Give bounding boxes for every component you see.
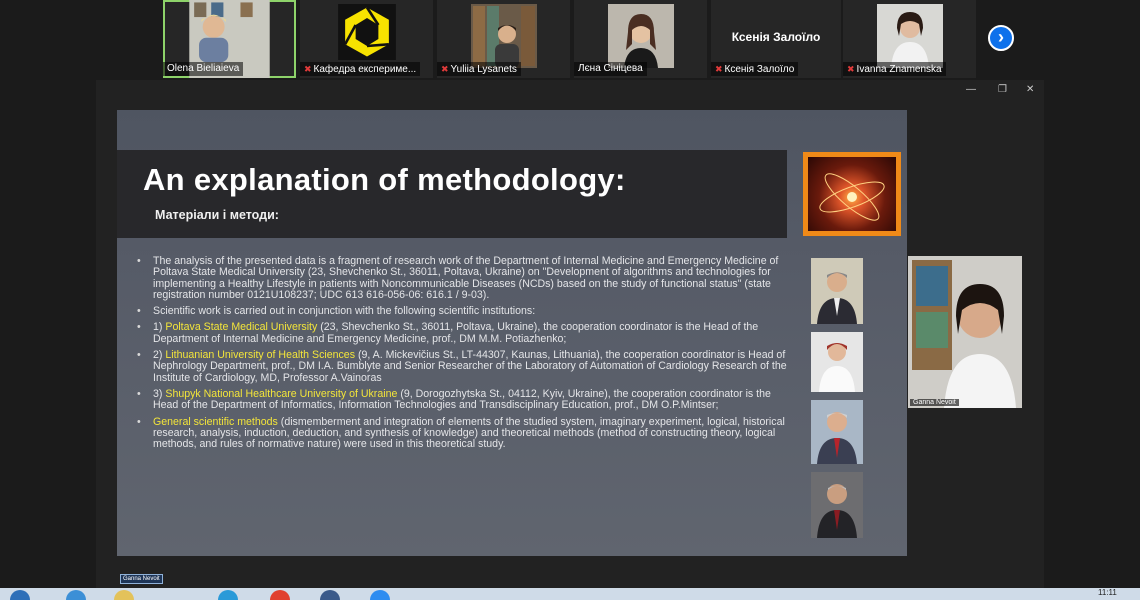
list-item: 3) Shupyk National Healthcare University… bbox=[133, 387, 793, 412]
list-item: Scientific work is carried out in conjun… bbox=[133, 306, 793, 318]
participant-tile[interactable]: Ксенія Залоїло ✖ Ксенія Залоїло bbox=[711, 0, 841, 78]
minimize-icon[interactable]: — bbox=[966, 84, 976, 95]
participant-tile[interactable]: ✖ Кафедра експериме... bbox=[300, 0, 433, 78]
speaker-video[interactable]: Ganna Nevoit bbox=[908, 256, 1022, 408]
mic-muted-icon: ✖ bbox=[715, 64, 723, 74]
participant-video bbox=[876, 4, 943, 68]
taskbar-clock: 11:11 bbox=[1098, 588, 1117, 597]
department-logo-icon bbox=[337, 4, 396, 60]
participant-name: Лєна Сініцева bbox=[574, 62, 647, 76]
highlighted-methods: General scientific methods bbox=[153, 415, 278, 428]
participant-name: ✖ Ксенія Залоїло bbox=[711, 62, 799, 76]
slide-bullet-list: The analysis of the presented data is a … bbox=[133, 255, 793, 455]
participant-video bbox=[607, 4, 674, 68]
speaker-name-label: Ganna Nevoit bbox=[910, 399, 959, 406]
slide-title: An explanation of methodology: bbox=[143, 162, 626, 197]
chevron-right-icon: › bbox=[998, 27, 1004, 47]
presentation-slide: An explanation of methodology: Матеріали… bbox=[117, 110, 907, 556]
atom-icon bbox=[808, 157, 896, 231]
windows-taskbar bbox=[0, 588, 1140, 600]
highlighted-institution: Poltava State Medical University bbox=[165, 321, 318, 334]
portrait-photo bbox=[811, 332, 863, 392]
speaker-camera-feed bbox=[908, 256, 1022, 408]
mic-muted-icon: ✖ bbox=[441, 64, 449, 74]
portrait-photo bbox=[811, 400, 863, 464]
participant-tile[interactable]: ✖ Yuliia Lysanets bbox=[437, 0, 570, 78]
list-item: 1) Poltava State Medical University (23,… bbox=[133, 322, 793, 345]
participant-tile[interactable]: ✖ Ivanna Znamenska bbox=[843, 0, 976, 78]
list-item: The analysis of the presented data is a … bbox=[133, 255, 793, 301]
participant-name: ✖ Ivanna Znamenska bbox=[843, 62, 946, 76]
participant-video bbox=[470, 4, 537, 68]
mic-muted-icon: ✖ bbox=[304, 64, 312, 74]
mic-muted-icon: ✖ bbox=[847, 64, 855, 74]
list-item: 2) Lithuanian University of Health Scien… bbox=[133, 349, 793, 384]
next-participants-button[interactable]: › bbox=[988, 25, 1014, 51]
highlighted-institution: Lithuanian University of Health Sciences bbox=[165, 349, 355, 362]
participant-name: ✖ Кафедра експериме... bbox=[300, 62, 421, 76]
portrait-photo bbox=[811, 258, 863, 324]
list-item: General scientific methods (dismembermen… bbox=[133, 415, 793, 451]
taskbar-tooltip: Ganna Nevoit bbox=[120, 574, 163, 584]
slide-illustration bbox=[803, 152, 901, 236]
restore-icon[interactable]: ❐ bbox=[998, 84, 1007, 95]
participant-strip: Olena Bieliaieva ✖ Кафедра експериме... ✖… bbox=[0, 0, 1140, 80]
participant-tile[interactable]: Olena Bieliaieva bbox=[163, 0, 296, 78]
participant-display-name: Ксенія Залоїло bbox=[731, 30, 821, 44]
slide-subtitle: Матеріали і методи: bbox=[155, 208, 279, 222]
portrait-photo bbox=[811, 472, 863, 538]
close-icon[interactable]: ✕ bbox=[1026, 84, 1034, 95]
participant-tile[interactable]: Лєна Сініцева bbox=[574, 0, 707, 78]
participant-name: Olena Bieliaieva bbox=[163, 62, 244, 76]
highlighted-institution: Shupyk National Healthcare University of… bbox=[165, 387, 398, 400]
participant-name: ✖ Yuliia Lysanets bbox=[437, 62, 521, 76]
